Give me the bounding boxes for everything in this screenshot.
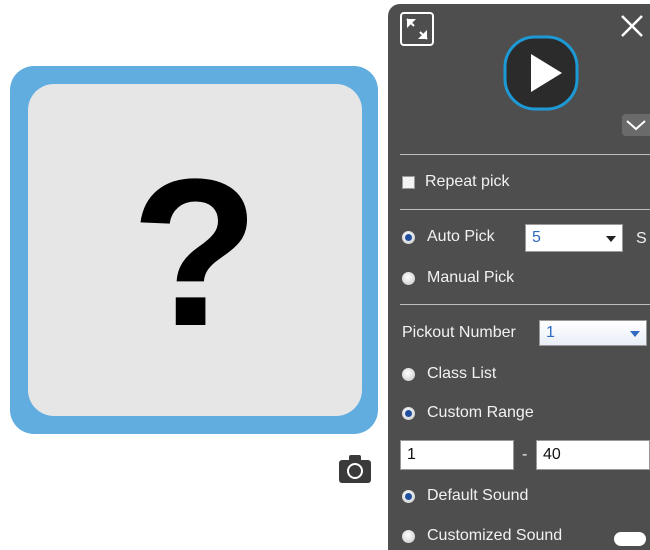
- auto-pick-option[interactable]: Auto Pick: [402, 228, 495, 246]
- expand-icon[interactable]: [400, 12, 434, 46]
- divider: [400, 209, 650, 210]
- repeat-pick-checkbox[interactable]: [402, 175, 415, 189]
- default-sound-radio[interactable]: [402, 489, 415, 503]
- control-panel: Repeat pick Auto Pick 5 S Manual Pick Pi…: [388, 4, 650, 550]
- customized-sound-radio[interactable]: [402, 529, 415, 543]
- pick-card-face: ?: [28, 84, 362, 416]
- class-list-option[interactable]: Class List: [402, 365, 496, 383]
- customized-sound-toggle[interactable]: [614, 532, 646, 546]
- question-mark: ?: [130, 135, 260, 370]
- range-separator: -: [522, 446, 528, 463]
- range-to-input[interactable]: [536, 440, 650, 470]
- repeat-pick-option[interactable]: Repeat pick: [402, 173, 510, 191]
- custom-range-option[interactable]: Custom Range: [402, 404, 534, 422]
- class-list-label: Class List: [427, 365, 497, 382]
- auto-pick-label: Auto Pick: [427, 228, 495, 245]
- auto-pick-seconds-select[interactable]: 5: [525, 224, 623, 252]
- divider: [400, 304, 650, 305]
- dropdown-arrow-icon: [630, 331, 640, 337]
- custom-range-label: Custom Range: [427, 404, 534, 421]
- pickout-number-label: Pickout Number: [402, 324, 516, 341]
- play-button[interactable]: [502, 34, 580, 112]
- play-icon: [503, 35, 579, 111]
- class-list-radio[interactable]: [402, 367, 415, 381]
- pickout-number-select[interactable]: 1: [539, 320, 647, 346]
- manual-pick-label: Manual Pick: [427, 269, 515, 286]
- range-from-input[interactable]: [400, 440, 514, 470]
- seconds-unit-label: S: [636, 230, 647, 247]
- dropdown-arrow-icon: [606, 236, 616, 242]
- pick-card: ?: [10, 66, 378, 434]
- chevron-down-icon: [626, 120, 646, 131]
- default-sound-option[interactable]: Default Sound: [402, 487, 528, 505]
- collapse-button[interactable]: [622, 114, 650, 136]
- default-sound-label: Default Sound: [427, 487, 529, 504]
- pickout-number-row: Pickout Number: [402, 324, 516, 342]
- auto-pick-radio[interactable]: [402, 230, 415, 244]
- pickout-number-value: 1: [546, 324, 555, 341]
- manual-pick-option[interactable]: Manual Pick: [402, 269, 514, 287]
- manual-pick-radio[interactable]: [402, 271, 415, 285]
- camera-icon[interactable]: [338, 454, 372, 484]
- custom-range-radio[interactable]: [402, 406, 415, 420]
- auto-pick-seconds-value: 5: [532, 229, 541, 246]
- close-icon[interactable]: [618, 12, 646, 40]
- divider: [400, 154, 650, 155]
- repeat-pick-label: Repeat pick: [425, 173, 510, 190]
- customized-sound-label: Customized Sound: [427, 527, 563, 544]
- customized-sound-option[interactable]: Customized Sound: [402, 527, 562, 545]
